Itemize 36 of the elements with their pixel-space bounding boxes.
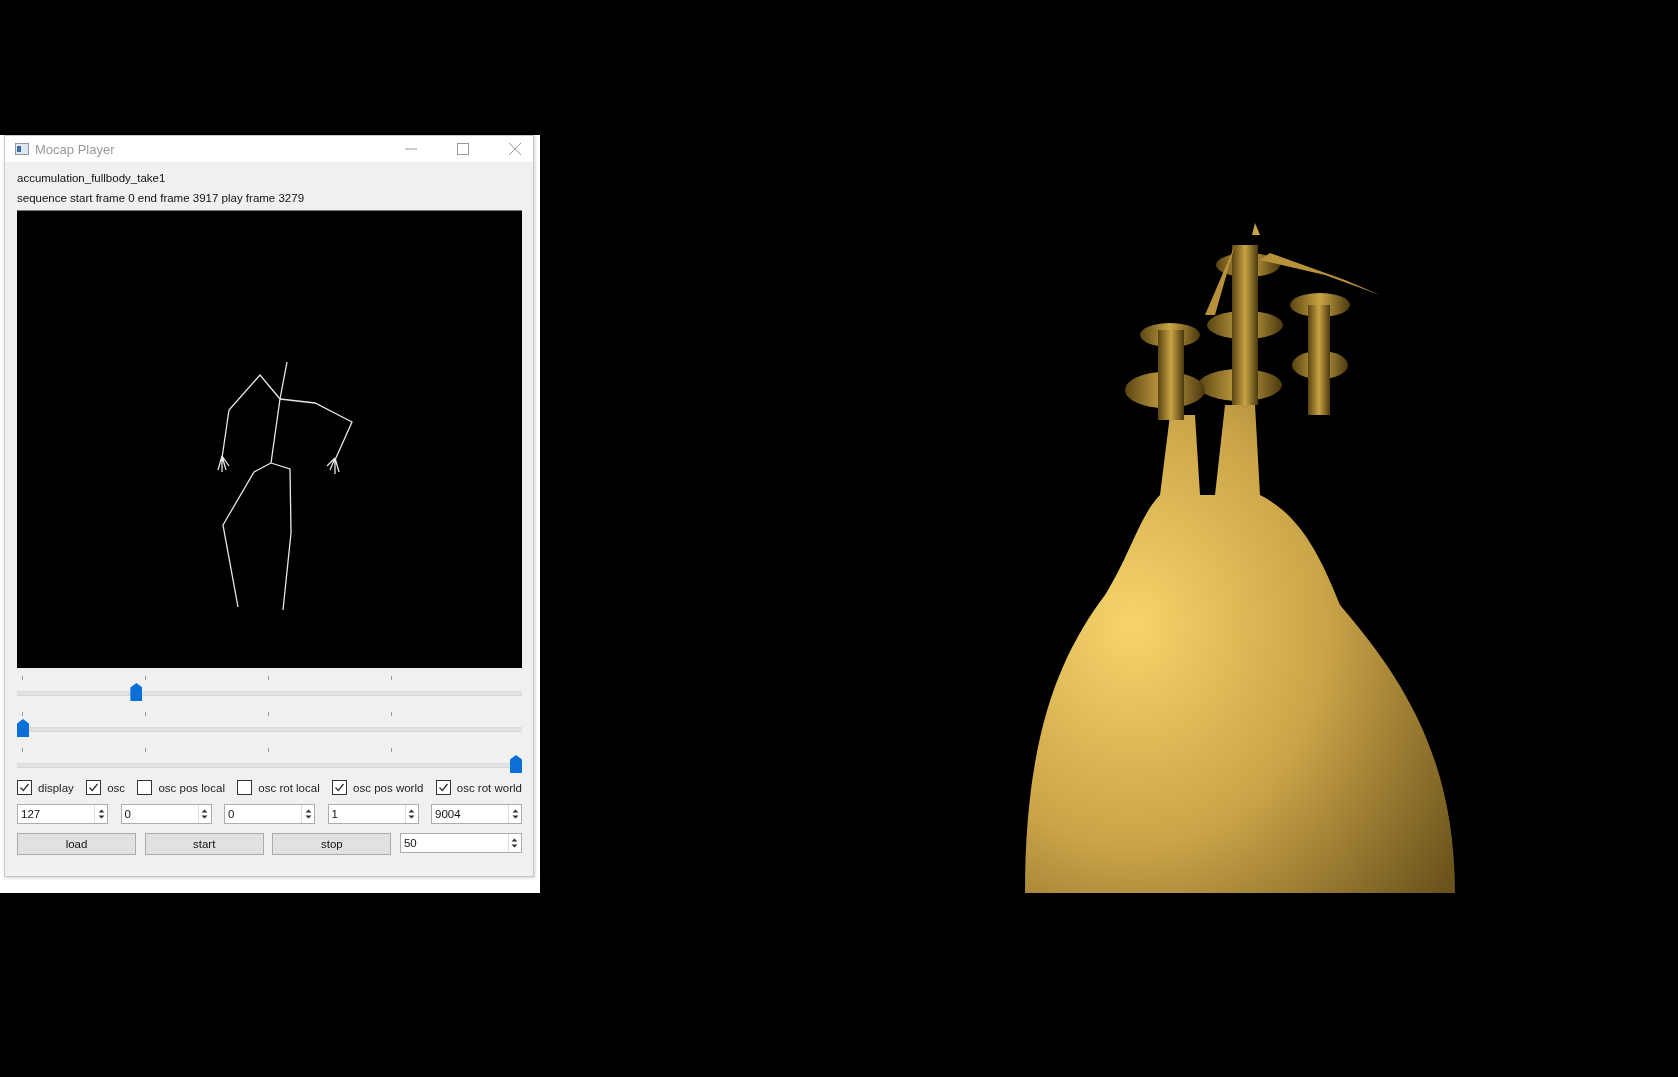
- spin-arrows-icon[interactable]: [404, 805, 418, 823]
- checkbox-label: osc: [107, 781, 126, 794]
- slider-thumb[interactable]: [130, 683, 143, 701]
- spin-arrows-icon[interactable]: [197, 805, 211, 823]
- app-icon: [15, 143, 29, 155]
- checkbox-label: osc rot local: [258, 781, 320, 794]
- checkbox-label: osc pos world: [353, 781, 424, 794]
- checkbox[interactable]: [17, 780, 32, 795]
- sequence-name: accumulation_fullbody_take1: [17, 171, 167, 186]
- spin-box[interactable]: 9004: [431, 804, 522, 824]
- push-button[interactable]: stop: [272, 833, 392, 855]
- checkbox-label: osc rot world: [456, 781, 522, 794]
- spin-box[interactable]: 50: [399, 833, 522, 853]
- maximize-icon[interactable]: [457, 143, 469, 155]
- checkbox-label: display: [38, 781, 74, 794]
- spin-arrows-icon[interactable]: [507, 834, 521, 852]
- checkbox[interactable]: [137, 780, 153, 795]
- spin-box[interactable]: 1: [327, 804, 419, 824]
- window-title: Mocap Player: [35, 141, 115, 157]
- spin-arrows-icon[interactable]: [508, 805, 521, 823]
- spin-box[interactable]: 0: [120, 804, 212, 824]
- push-button[interactable]: load: [17, 833, 136, 855]
- checkbox-label: osc pos local: [158, 781, 225, 794]
- close-icon[interactable]: [509, 143, 521, 155]
- checkbox[interactable]: [435, 780, 451, 795]
- checkbox[interactable]: [332, 780, 348, 795]
- push-button[interactable]: start: [144, 833, 264, 855]
- spin-arrows-icon[interactable]: [301, 805, 314, 823]
- slider-thumb[interactable]: [510, 755, 522, 773]
- spin-box[interactable]: 0: [224, 804, 315, 824]
- spin-box[interactable]: 127: [17, 804, 108, 824]
- sequence-info: sequence start frame 0 end frame 3917 play frame 3279: [17, 191, 306, 206]
- checkbox[interactable]: [237, 780, 253, 795]
- spin-arrows-icon[interactable]: [94, 805, 107, 823]
- checkbox[interactable]: [86, 780, 102, 795]
- slider-thumb[interactable]: [17, 719, 29, 737]
